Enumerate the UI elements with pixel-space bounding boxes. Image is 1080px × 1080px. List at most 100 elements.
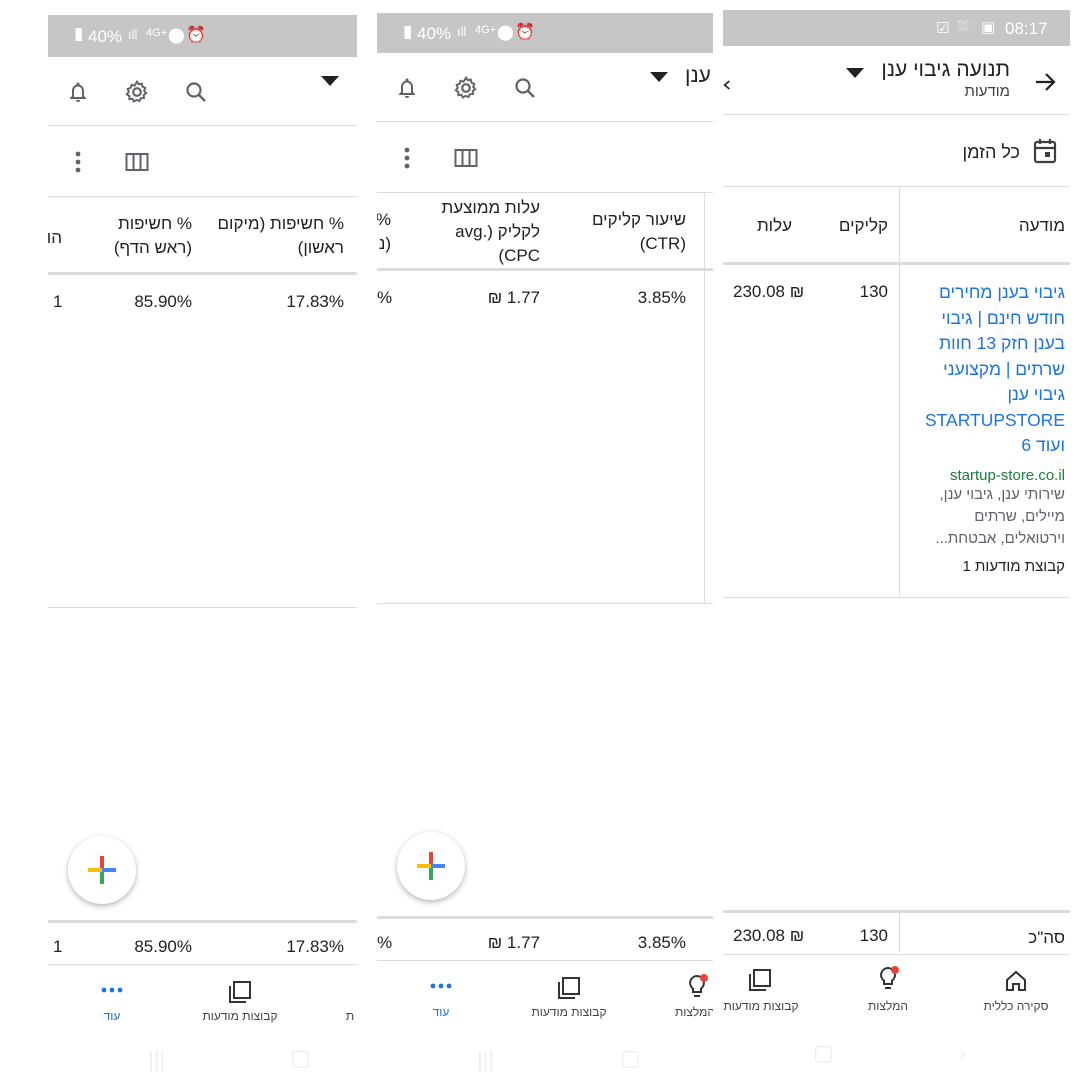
gear-icon[interactable] (123, 78, 151, 106)
column-divider (899, 186, 900, 596)
ad-groups-icon[interactable] (746, 966, 774, 994)
divider (48, 964, 357, 965)
column-header-cost[interactable]: עלות (757, 214, 792, 238)
gear-icon[interactable] (452, 74, 480, 102)
lightbulb-icon[interactable] (874, 964, 902, 994)
column-header[interactable]: % חשיפות (מיקום ראשון) (214, 212, 345, 260)
middle-screen-panel: ▮ 40% ıll 4G+ ⬤ ⏰ ענן שיעור קליקים (CTR)… (377, 0, 713, 1080)
alarm-icon: ⏰ (515, 24, 535, 41)
divider (377, 192, 713, 193)
header-divider (377, 268, 713, 271)
nav-more-label[interactable]: עוד (104, 1009, 121, 1023)
column-header[interactable]: % חשיפות (ראש הדף) (82, 212, 192, 260)
nav-more-label[interactable]: עוד (433, 1005, 450, 1019)
calendar-icon[interactable] (1031, 136, 1059, 166)
more-dots-icon[interactable] (98, 980, 126, 1000)
plus-icon (417, 852, 445, 880)
columns-icon[interactable] (124, 150, 150, 174)
divider (48, 607, 357, 608)
forward-arrow-icon[interactable] (1031, 68, 1059, 96)
columns-icon[interactable] (453, 146, 479, 170)
lightbulb-icon[interactable] (683, 972, 711, 1002)
nav-ad-groups-label[interactable]: קבוצות מודעות (723, 999, 798, 1013)
divider (723, 597, 1070, 598)
divider (377, 960, 713, 961)
right-screen-panel: ☑ ⛆ ▣ 08:17 תנועה גיבוי ענן מודעות כל הז… (723, 0, 1070, 1080)
nav-ad-groups-label[interactable]: קבוצות מודעות (531, 1005, 606, 1019)
nav-recommendations-label[interactable]: ת (346, 1009, 354, 1023)
nav-recommendations-label[interactable]: המלצות (868, 999, 908, 1013)
home-button-icon[interactable]: ▢ (813, 1040, 834, 1066)
image-icon: ▣ (981, 19, 996, 36)
date-range-selector[interactable]: כל הזמן (962, 142, 1020, 163)
column-header[interactable]: % (נ (377, 208, 391, 256)
status-bar: ▮ 40% ıll 4G+ ⬤ ⏰ (377, 13, 713, 53)
ad-description: שירותי ענן, גיבוי ענן, מיילים, שרתים ויר… (935, 485, 1065, 547)
bell-icon[interactable] (393, 74, 421, 102)
chevron-down-icon[interactable] (843, 66, 867, 80)
overflow-menu-icon[interactable] (68, 148, 88, 176)
ad-display-url: startup-store.co.il (949, 466, 1065, 484)
divider (377, 121, 713, 122)
column-header[interactable]: עלות ממוצעת לקליק (.avg CPC) (415, 196, 540, 268)
bell-icon[interactable] (64, 78, 92, 106)
page-subtitle: מודעות (964, 83, 1010, 100)
chevron-down-icon[interactable] (318, 72, 342, 90)
divider (48, 125, 357, 126)
column-header[interactable]: שיעור קליקים (CTR) (556, 208, 686, 256)
header-divider (48, 272, 357, 275)
signal-icon: ıll (128, 27, 138, 42)
home-button-icon[interactable]: ▢ (290, 1045, 311, 1071)
recent-apps-icon[interactable]: ||| (477, 1047, 494, 1073)
nav-overview-label[interactable]: סקירה כללית (984, 999, 1049, 1013)
location-icon: ⬤ (168, 27, 185, 44)
chevron-down-icon[interactable] (647, 68, 671, 86)
ad-groups-icon[interactable] (555, 974, 583, 1002)
add-fab-button[interactable] (397, 832, 465, 900)
total-divider (377, 916, 713, 919)
table-cell: 1 (53, 292, 63, 311)
nav-ad-groups-label[interactable]: קבוצות מודעות (202, 1009, 277, 1023)
check-icon: ☑ (936, 20, 950, 37)
divider (48, 196, 357, 197)
column-header-clicks[interactable]: קליקים (839, 214, 888, 238)
column-header-ad[interactable]: מודעה (1019, 214, 1065, 238)
total-cell: ₪ 1.77 (487, 933, 540, 952)
more-dots-icon[interactable] (427, 976, 455, 996)
plus-icon (88, 856, 116, 884)
location-icon: ⬤ (497, 24, 514, 41)
add-fab-button[interactable] (68, 836, 136, 904)
home-button-icon[interactable]: ▢ (620, 1045, 641, 1071)
ad-groups-icon[interactable] (226, 978, 254, 1006)
total-clicks: 130 (859, 926, 888, 945)
battery-icon: ▮ (74, 24, 84, 43)
battery-level: 40% (417, 24, 452, 43)
signal-icon: ıll (457, 24, 467, 39)
nav-recommendations-label[interactable]: המלצות (675, 1005, 713, 1019)
table-cell: 85.90% (134, 292, 192, 311)
battery-level: 40% (88, 27, 123, 46)
back-button-icon[interactable]: › (959, 1040, 966, 1066)
home-icon[interactable] (1002, 966, 1030, 996)
total-cell: 3.85% (637, 933, 686, 952)
clock: 08:17 (1005, 19, 1048, 38)
recent-apps-icon[interactable]: ||| (148, 1047, 165, 1073)
table-cell: ₪ 1.77 (487, 288, 540, 307)
overflow-menu-icon[interactable] (397, 144, 417, 172)
status-bar: ☑ ⛆ ▣ 08:17 (723, 10, 1070, 46)
search-icon[interactable] (182, 78, 210, 106)
notification-icon: ⛆ (957, 18, 970, 35)
column-divider (704, 192, 705, 604)
ad-cell[interactable]: גיבוי בענן מחירים חודש חינם | גיבוי בענן… (915, 280, 1065, 575)
page-title[interactable]: תנועה גיבוי ענן (881, 58, 1010, 82)
total-divider (723, 910, 1070, 913)
ad-headline-link[interactable]: גיבוי בענן מחירים חודש חינם | גיבוי בענן… (915, 280, 1065, 459)
total-cell: 17.83% (286, 937, 344, 956)
divider (723, 186, 1070, 187)
page-title-fragment: ענן (685, 64, 711, 87)
divider (723, 114, 1070, 115)
back-arrow-icon[interactable] (723, 78, 731, 92)
search-icon[interactable] (511, 74, 539, 102)
column-header[interactable]: הו (48, 226, 62, 250)
total-cost: 230.08 ₪ (733, 926, 805, 945)
